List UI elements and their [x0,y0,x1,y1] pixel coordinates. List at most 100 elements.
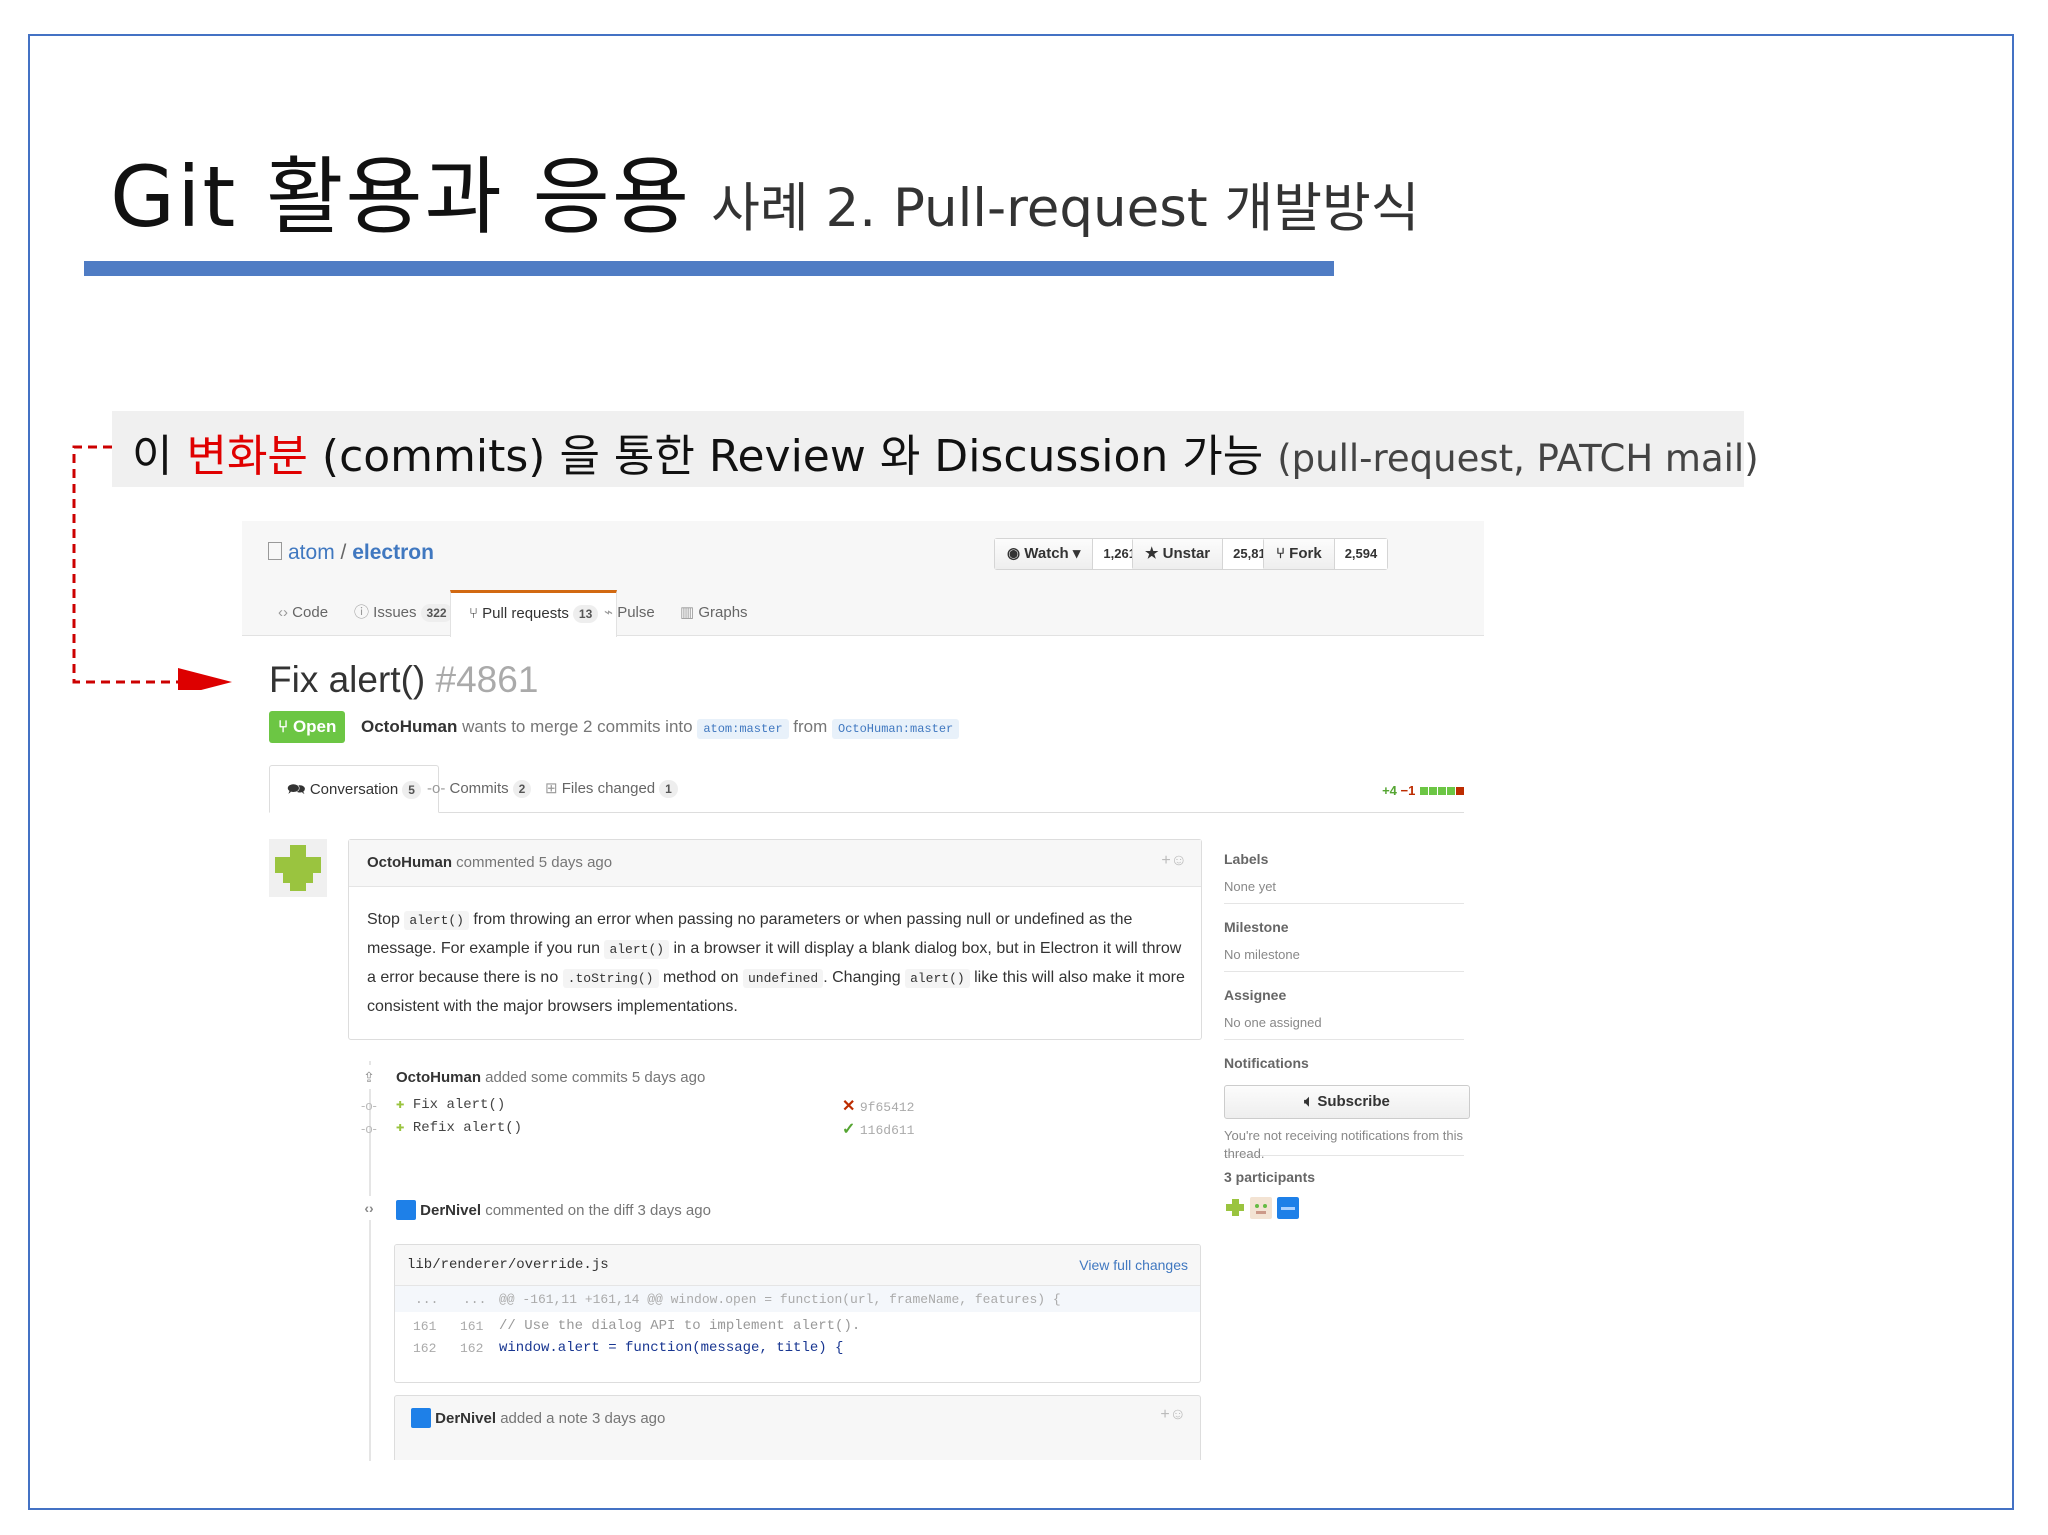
milestone-heading: Milestone [1224,919,1289,935]
merge-text: wants to merge 2 commits into [457,717,698,736]
diff-event-author[interactable]: DerNivel [420,1202,481,1219]
commits-event-meta: OctoHuman added some commits 5 days ago [396,1069,705,1086]
diffstat-block [1447,787,1455,795]
view-full-changes-link[interactable]: View full changes [1079,1257,1188,1273]
avatar[interactable] [1224,1197,1246,1219]
github-pr-screenshot: atom / electron ◉ Watch ▾ 1,261 ★ Unstar… [242,521,1484,1461]
avatar[interactable] [1250,1197,1273,1219]
diffstat-block [1429,787,1437,795]
comment-box: OctoHuman commented 5 days ago +☺ Stop a… [348,839,1202,1040]
comment-discussion-icon: 🗪 [287,781,310,798]
star-button-group[interactable]: ★ Unstar 25,814 [1132,538,1284,570]
tab-conversation[interactable]: 🗪 Conversation 5 [269,765,439,813]
fork-icon: ⑂ [1276,545,1290,562]
notifications-text: You're not receiving notifications from … [1224,1128,1464,1161]
watch-button-group[interactable]: ◉ Watch ▾ 1,261 [994,538,1147,570]
note-event-time: added a note 3 days ago [496,1410,666,1427]
base-branch[interactable]: atom:master [697,719,789,739]
commit-row[interactable]: ✚ Refix alert() [396,1119,522,1136]
commit-row[interactable]: ✚ Fix alert() [396,1096,505,1113]
avatar: ✚ [396,1097,413,1113]
diff-code-line: // Use the dialog API to implement alert… [499,1318,861,1334]
line-num-right[interactable]: 162 [460,1341,483,1356]
tab-issues[interactable]: ⓘ Issues 322 [354,590,453,636]
subscribe-button[interactable]: 🔈︎ Subscribe [1224,1085,1470,1119]
tab-pulse-label: Pulse [617,604,655,621]
fork-count[interactable]: 2,594 [1333,539,1388,569]
pr-author-link[interactable]: OctoHuman [361,717,457,736]
files-counter: 1 [659,780,678,798]
commit-message[interactable]: Fix alert() [413,1097,505,1113]
repo-nav: ‹› Code ⓘ Issues 322 ⑂ Pull requests 13 ⌁ … [272,590,1472,637]
inline-code: alert() [604,940,670,959]
diff-file-path[interactable]: lib/renderer/override.js [407,1257,609,1273]
sidebar-labels[interactable]: Labels None yet [1224,851,1464,904]
add-reaction-icon[interactable]: +☺ [1161,852,1187,870]
issue-icon: ⓘ [354,604,374,621]
line-num-left[interactable]: 161 [413,1319,436,1334]
tab-graphs[interactable]: ▥ Graphs [680,590,748,636]
from-text: from [788,717,832,736]
commits-event-author[interactable]: OctoHuman [396,1069,481,1086]
fork-button-group[interactable]: ⑂ Fork 2,594 [1263,538,1389,570]
avatar[interactable] [269,839,327,897]
watch-label: Watch ▾ [1024,545,1081,562]
pr-state-badge: ⑂ Open [269,711,346,743]
add-reaction-icon[interactable]: +☺ [1160,1406,1186,1424]
tab-pull-requests-label: Pull requests [482,605,569,622]
unstar-label: Unstar [1162,545,1211,562]
tab-conversation-label: Conversation [309,781,399,798]
avatar[interactable] [396,1200,416,1220]
diff-box: lib/renderer/override.js View full chang… [394,1244,1201,1383]
labels-value: None yet [1224,879,1277,894]
commit-message[interactable]: Refix alert() [413,1120,522,1136]
watch-button[interactable]: ◉ Watch ▾ [995,539,1093,569]
conversation-counter: 5 [402,781,421,799]
issues-counter: 322 [420,604,453,622]
banner-part2: (commits) 을 통한 Review 와 Discussion 가능 [307,431,1278,482]
inline-code: alert() [905,969,970,988]
note-event-author[interactable]: DerNivel [435,1410,496,1427]
tab-pulse[interactable]: ⌁ Pulse [604,590,655,636]
line-num-right[interactable]: 161 [460,1319,483,1334]
code-icon: ‹› [358,1196,380,1220]
milestone-value: No milestone [1224,947,1300,962]
diffstat-additions: +4 [1382,783,1397,798]
comment-author[interactable]: OctoHuman [367,854,452,871]
diffstat-block [1420,787,1428,795]
avatar[interactable] [411,1408,431,1428]
line-num-left[interactable]: 162 [413,1341,436,1356]
tab-issues-label: Issues [373,604,417,621]
commit-dot-icon: -o- [361,1098,377,1113]
unstar-button[interactable]: ★ Unstar [1133,539,1223,569]
dashed-path [72,445,178,684]
tab-pull-requests[interactable]: ⑂ Pull requests 13 [450,590,618,637]
sidebar-notifications: Notifications 🔈︎ Subscribe You're not re… [1224,1055,1470,1161]
commit-sha[interactable]: 116d611 [860,1123,915,1138]
pr-state-label: Open [292,717,337,736]
avatar: ✚ [396,1120,413,1136]
slide-title-main: Git 활용과 응용 [110,148,692,246]
title-underline-bar [84,261,1334,276]
participant-avatars [1224,1197,1464,1219]
identicon-avatar [275,845,321,891]
note-box: DerNivel added a note 3 days ago +☺ [394,1395,1201,1460]
fork-button[interactable]: ⑂ Fork [1264,539,1334,569]
repo-icon [268,542,282,560]
sidebar-assignee[interactable]: Assignee No one assigned [1224,987,1464,1040]
tab-code[interactable]: ‹› Code [278,590,328,636]
eye-icon: ◉ [1007,545,1025,562]
diffstat-deletions: −1 [1400,783,1416,798]
repo-name-link[interactable]: electron [352,541,434,564]
comment-body: Stop alert() from throwing an error when… [367,906,1187,1021]
tab-graphs-label: Graphs [698,604,748,621]
tab-commits[interactable]: -o- Commits 2 [427,765,532,812]
sidebar-milestone[interactable]: Milestone No milestone [1224,919,1464,972]
tab-files-changed[interactable]: ⊞ Files changed 1 [545,765,678,812]
repo-owner-link[interactable]: atom [288,541,335,564]
head-branch[interactable]: OctoHuman:master [832,719,960,739]
commit-sha[interactable]: 9f65412 [860,1100,915,1115]
commits-counter: 2 [512,780,532,798]
avatar[interactable] [1276,1197,1299,1219]
comment-text: Stop [367,911,405,928]
